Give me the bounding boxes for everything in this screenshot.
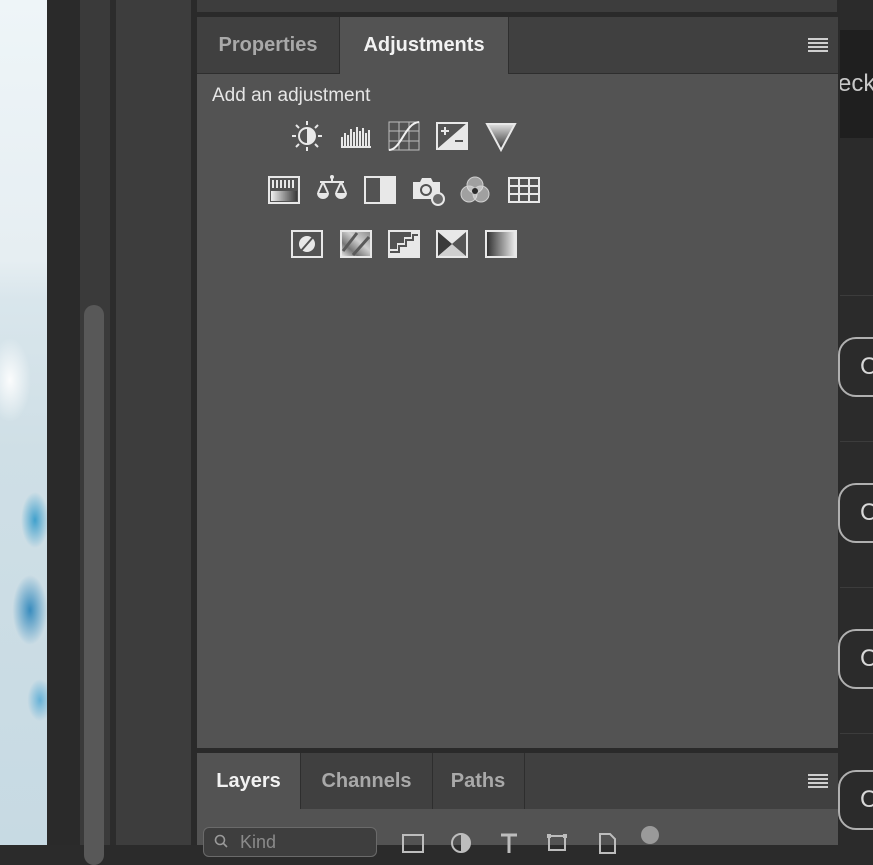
posterize-icon[interactable] — [337, 225, 375, 263]
tab-adjustments[interactable]: Adjustments — [339, 17, 509, 74]
divider — [840, 587, 873, 588]
invert-icon[interactable] — [288, 225, 326, 263]
layers-tab-bar: Layers Channels Paths — [197, 753, 838, 809]
tab-layers[interactable]: Layers — [197, 753, 300, 809]
divider — [840, 441, 873, 442]
smart-object-filter-icon[interactable] — [594, 831, 620, 855]
selective-color-icon[interactable] — [433, 225, 471, 263]
tab-paths[interactable]: Paths — [432, 753, 525, 809]
tab-channels[interactable]: Channels — [300, 753, 433, 809]
canvas-pasteboard — [47, 0, 80, 845]
adjacent-panel-title-fragment: eck — [840, 70, 873, 97]
threshold-icon[interactable] — [385, 225, 423, 263]
panel-menu-icon[interactable] — [808, 774, 828, 788]
pixel-layer-filter-icon[interactable] — [400, 831, 426, 855]
photo-filter-icon[interactable] — [409, 171, 447, 209]
collapsed-panel-column — [116, 0, 191, 845]
adjustments-panel: Properties Adjustments Add an adjustment — [197, 17, 838, 748]
divider — [840, 733, 873, 734]
document-canvas-image[interactable] — [0, 0, 47, 845]
adjacent-panel-button[interactable]: C — [838, 483, 873, 543]
button-label-fragment: C — [860, 786, 873, 814]
exposure-icon[interactable] — [433, 117, 471, 155]
divider — [840, 295, 873, 296]
add-adjustment-heading: Add an adjustment — [212, 85, 371, 106]
adjacent-panel-button[interactable]: C — [838, 629, 873, 689]
channel-mixer-icon[interactable] — [456, 171, 494, 209]
search-icon — [214, 834, 228, 848]
vibrance-icon[interactable] — [482, 117, 520, 155]
button-label-fragment: C — [860, 499, 873, 527]
layer-kind-filter-value: Kind — [240, 832, 277, 852]
levels-icon[interactable] — [337, 117, 375, 155]
adjacent-panel-button[interactable]: C — [838, 337, 873, 397]
tab-properties[interactable]: Properties — [197, 17, 339, 73]
adjacent-panel-header: eck — [840, 30, 873, 138]
color-balance-icon[interactable] — [313, 171, 351, 209]
curves-icon[interactable] — [385, 117, 423, 155]
adjacent-panel-button[interactable]: C — [838, 770, 873, 830]
button-label-fragment: C — [860, 353, 873, 381]
adjustments-tab-bar: Properties Adjustments — [197, 17, 838, 74]
black-white-icon[interactable] — [361, 171, 399, 209]
canvas-scrollbar-thumb[interactable] — [84, 305, 104, 865]
type-layer-filter-icon[interactable] — [496, 831, 522, 855]
hue-saturation-icon[interactable] — [265, 171, 303, 209]
layer-kind-filter[interactable]: Kind — [203, 827, 377, 857]
layers-panel: Layers Channels Paths Kind — [197, 753, 838, 857]
brightness-contrast-icon[interactable] — [288, 117, 326, 155]
upper-panel-edge — [197, 0, 837, 12]
color-lookup-icon[interactable] — [505, 171, 543, 209]
panel-menu-icon[interactable] — [808, 38, 828, 52]
adjustment-layer-filter-icon[interactable] — [448, 831, 474, 855]
button-label-fragment: C — [860, 645, 873, 673]
shape-layer-filter-icon[interactable] — [544, 831, 570, 855]
filter-toggle-icon[interactable] — [639, 825, 665, 849]
gradient-map-icon[interactable] — [482, 225, 520, 263]
